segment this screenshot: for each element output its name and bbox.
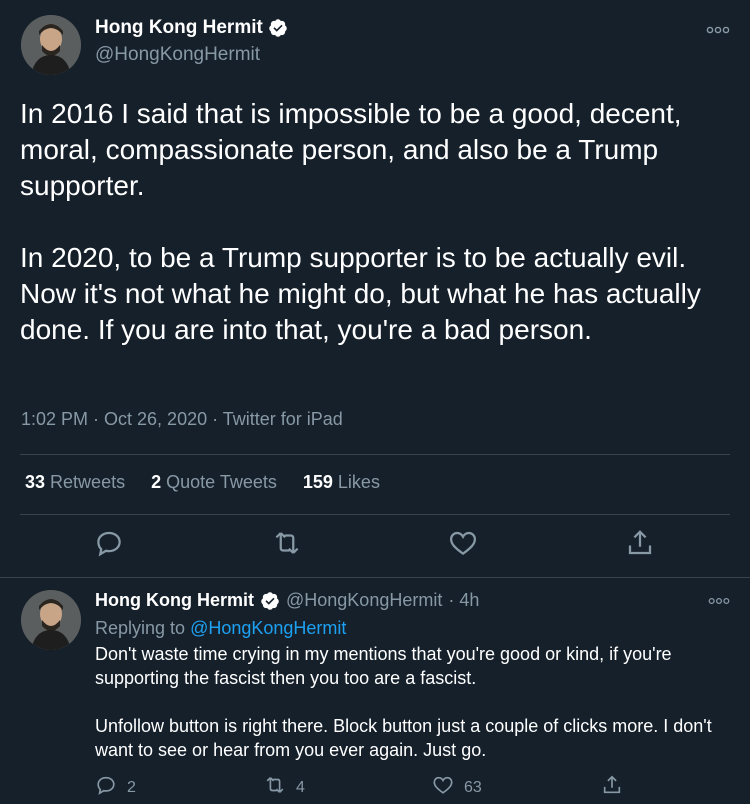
reply-icon[interactable] xyxy=(94,528,124,558)
more-icon[interactable] xyxy=(706,22,730,38)
display-name[interactable]: Hong Kong Hermit xyxy=(95,17,263,39)
share-button[interactable] xyxy=(601,774,623,801)
avatar[interactable] xyxy=(21,15,81,75)
reply-actions: 2 4 63 xyxy=(0,774,750,798)
reply-tweet: Hong Kong Hermit @HongKongHermit · 4h Re… xyxy=(0,578,750,804)
reply-count: 2 xyxy=(127,778,136,796)
reply-header: Hong Kong Hermit @HongKongHermit · 4h xyxy=(95,590,479,611)
tweet-timestamp[interactable]: 1:02 PM · Oct 26, 2020 · Twitter for iPa… xyxy=(21,409,343,430)
engagement-stats: 33 Retweets 2 Quote Tweets 159 Likes xyxy=(25,472,380,493)
quote-tweets-stat[interactable]: 2 Quote Tweets xyxy=(151,472,277,493)
tweet-text: In 2016 I said that is impossible to be … xyxy=(20,98,701,345)
relative-time[interactable]: · 4h xyxy=(448,590,479,611)
reply-text: Don't waste time crying in my mentions t… xyxy=(95,644,712,760)
avatar[interactable] xyxy=(21,590,81,650)
like-icon[interactable] xyxy=(448,528,478,558)
tweet-actions xyxy=(0,528,750,562)
handle[interactable]: @HongKongHermit xyxy=(286,590,442,611)
divider xyxy=(20,454,730,455)
like-count: 63 xyxy=(464,778,482,796)
divider xyxy=(20,514,730,515)
more-icon[interactable] xyxy=(708,594,730,608)
replying-to: Replying to @HongKongHermit xyxy=(95,618,347,638)
like-button[interactable]: 63 xyxy=(432,774,482,801)
like-icon xyxy=(432,774,454,801)
verified-icon xyxy=(260,591,280,611)
retweet-count: 4 xyxy=(296,778,305,796)
author-name-row: Hong Kong Hermit xyxy=(95,17,288,39)
main-tweet: Hong Kong Hermit @HongKongHermit In 2016… xyxy=(0,0,750,578)
retweet-button[interactable]: 4 xyxy=(264,774,305,801)
retweet-icon[interactable] xyxy=(272,528,302,558)
retweets-stat[interactable]: 33 Retweets xyxy=(25,472,125,493)
reply-icon xyxy=(95,774,117,801)
verified-icon xyxy=(268,18,288,38)
reply-button[interactable]: 2 xyxy=(95,774,136,801)
share-icon[interactable] xyxy=(625,528,655,558)
share-icon xyxy=(601,774,623,801)
likes-stat[interactable]: 159 Likes xyxy=(303,472,380,493)
replying-to-link[interactable]: @HongKongHermit xyxy=(190,618,346,638)
retweet-icon xyxy=(264,774,286,801)
display-name[interactable]: Hong Kong Hermit xyxy=(95,590,254,611)
handle[interactable]: @HongKongHermit xyxy=(95,44,260,66)
